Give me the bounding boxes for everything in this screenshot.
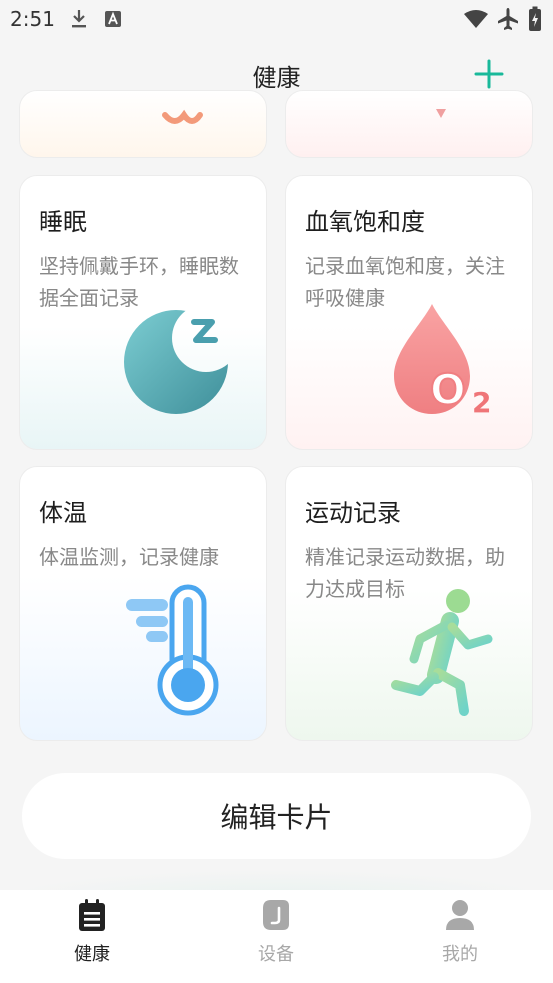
tab-devices[interactable]: 设备	[184, 890, 368, 983]
exercise-card[interactable]: 运动记录 精准记录运动数据，助力达成目标	[285, 466, 533, 741]
blood-oxygen-drop-icon: O 2	[394, 304, 491, 419]
card-scrolled-top-left[interactable]	[19, 90, 267, 158]
bottom-tab-bar: 健康 设备 我的	[0, 890, 553, 983]
sleep-card[interactable]: 睡眠 坚持佩戴手环，睡眠数据全面记录	[19, 175, 267, 450]
temperature-card-description: 体温监测，记录健康	[39, 545, 219, 569]
watch-icon	[263, 900, 289, 930]
exercise-card-title: 运动记录	[305, 499, 401, 527]
o2-symbol-text: O	[430, 365, 466, 414]
tab-devices-label: 设备	[258, 944, 294, 965]
card-scrolled-top-right[interactable]	[285, 90, 533, 158]
health-clipboard-icon	[79, 899, 105, 931]
tab-profile-label: 我的	[442, 944, 478, 965]
tab-health-label: 健康	[74, 944, 110, 965]
temperature-card-title: 体温	[39, 499, 87, 527]
tab-profile[interactable]: 我的	[368, 890, 552, 983]
battery-charging-icon	[529, 6, 541, 31]
add-button[interactable]	[471, 56, 507, 92]
plus-icon	[474, 59, 504, 89]
download-icon	[72, 10, 86, 28]
heart-rate-art-icon	[162, 109, 203, 124]
running-person-icon	[391, 589, 493, 716]
blood-drop-art-icon	[436, 109, 446, 118]
edit-cards-button[interactable]: 编辑卡片	[22, 773, 531, 859]
person-icon	[446, 900, 474, 930]
spo2-card-title: 血氧饱和度	[305, 208, 425, 236]
moon-sleep-icon	[124, 310, 228, 414]
sleep-card-title: 睡眠	[39, 208, 87, 236]
status-time: 2:51	[10, 7, 55, 31]
spo2-card[interactable]: 血氧饱和度 记录血氧饱和度，关注呼吸健康 O 2	[285, 175, 533, 450]
status-bar: 2:51	[0, 0, 553, 38]
temperature-card[interactable]: 体温 体温监测，记录健康	[19, 466, 267, 741]
tab-health[interactable]: 健康	[0, 890, 184, 983]
airplane-mode-icon	[498, 8, 518, 30]
wifi-icon	[464, 10, 488, 28]
o2-subscript-text: 2	[472, 386, 491, 419]
app-notification-icon	[105, 11, 121, 27]
thermometer-icon	[126, 584, 219, 716]
